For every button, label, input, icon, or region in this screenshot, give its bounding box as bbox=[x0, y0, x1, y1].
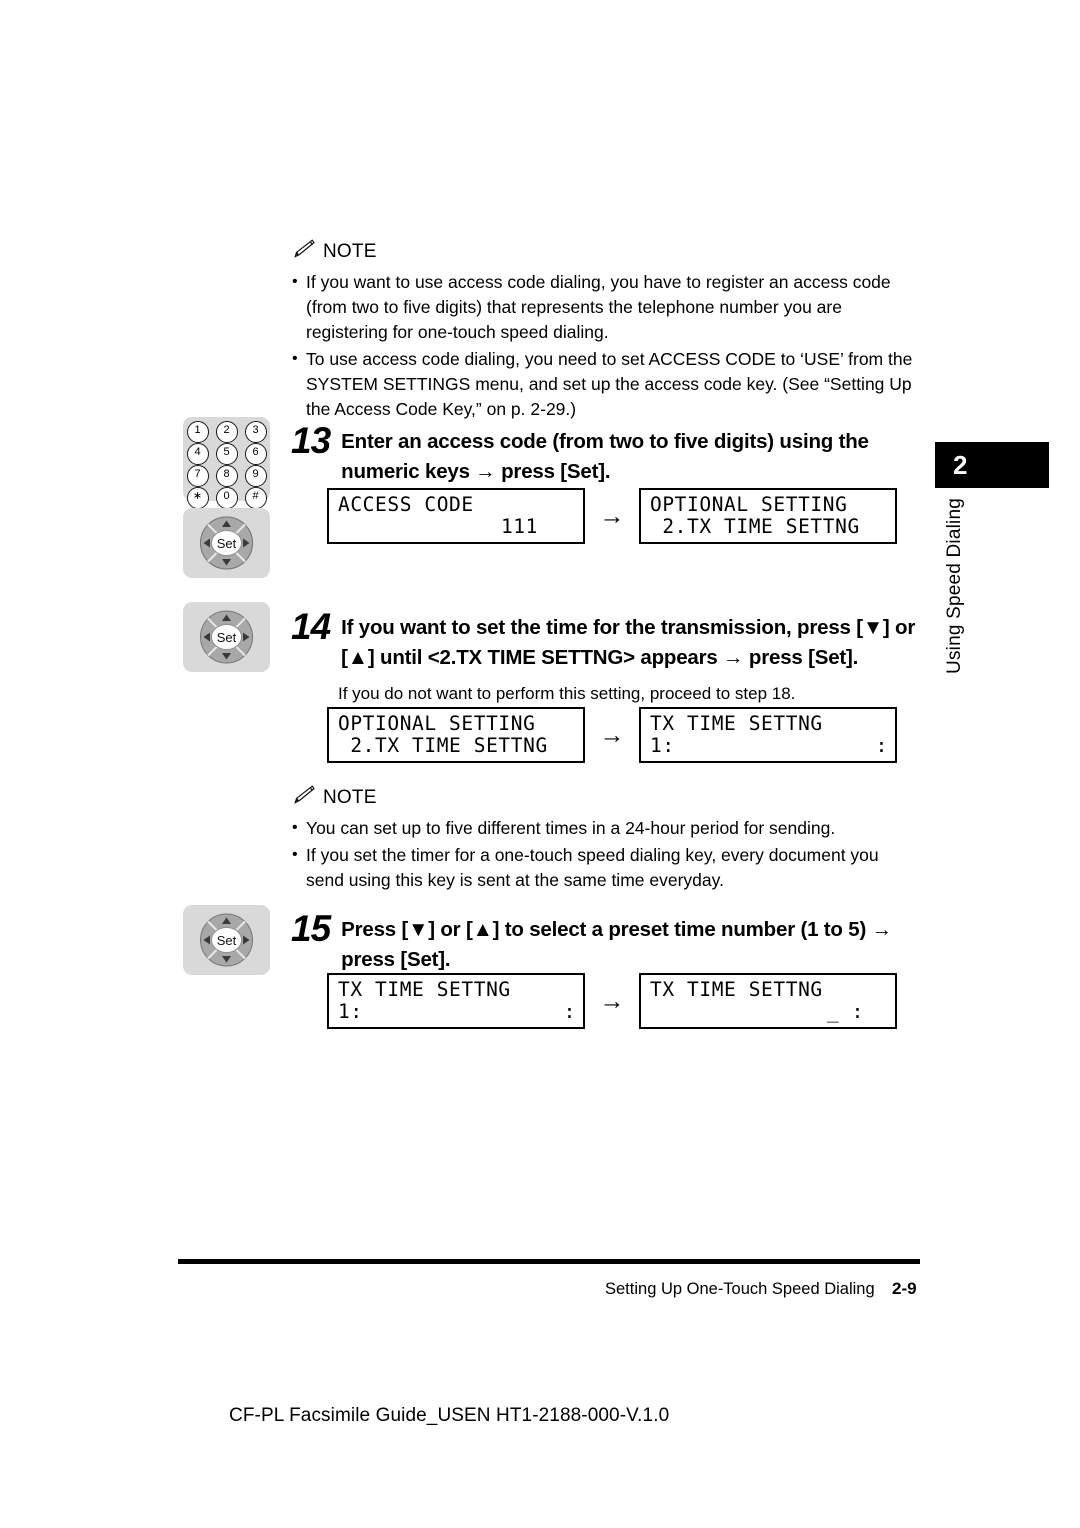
keypad-key: 4 bbox=[186, 443, 209, 465]
lcd-time-index: 1: bbox=[338, 1000, 363, 1023]
step-number: 14 bbox=[291, 606, 331, 647]
keypad-key: ∗ bbox=[186, 487, 209, 509]
note-header: NOTE bbox=[292, 238, 916, 265]
chapter-label: Using Speed Dialing bbox=[944, 498, 965, 674]
numeric-keypad-icon: 1 2 3 4 5 6 7 8 9 ∗ 0 # bbox=[183, 417, 270, 509]
step-15: 15 Press [▼] or [▲] to select a preset t… bbox=[291, 908, 941, 975]
lcd-line-1: TX TIME SETTNG bbox=[650, 978, 823, 1001]
keypad-key: 8 bbox=[215, 465, 238, 487]
set-navigation-icon: Set bbox=[183, 508, 270, 578]
keypad-key: 5 bbox=[215, 443, 238, 465]
set-dial-graphic: Set bbox=[200, 913, 253, 967]
note-header: NOTE bbox=[292, 784, 916, 811]
lcd-display: TX TIME SETTNG 1: : bbox=[327, 973, 585, 1029]
note-block-1: NOTE If you want to use access code dial… bbox=[292, 238, 916, 424]
footer-rule bbox=[178, 1259, 920, 1264]
keypad-key: 3 bbox=[244, 421, 267, 443]
note-block-2: NOTE You can set up to five different ti… bbox=[292, 784, 916, 895]
note-list-item: To use access code dialing, you need to … bbox=[292, 346, 916, 422]
keypad-key: 9 bbox=[244, 465, 267, 487]
note-title: NOTE bbox=[323, 786, 377, 808]
keypad-key: 1 bbox=[186, 421, 209, 443]
lcd-line-2: _ : bbox=[826, 1000, 864, 1023]
note-list-item: You can set up to five different times i… bbox=[292, 815, 916, 841]
keypad-key: 7 bbox=[186, 465, 209, 487]
step-number: 15 bbox=[291, 908, 331, 949]
note-title: NOTE bbox=[323, 240, 377, 262]
footer-section-title: Setting Up One-Touch Speed Dialing bbox=[605, 1280, 875, 1298]
svg-text:Set: Set bbox=[217, 630, 237, 645]
set-dial-graphic: Set bbox=[200, 610, 253, 664]
flow-arrow-icon: → bbox=[599, 986, 625, 1015]
lcd-line-1: OPTIONAL SETTING bbox=[338, 712, 536, 735]
set-navigation-icon: Set bbox=[183, 905, 270, 975]
note-item-list: If you want to use access code dialing, … bbox=[292, 269, 916, 422]
step-number: 13 bbox=[291, 420, 331, 461]
lcd-line-2: 2.TX TIME SETTNG bbox=[338, 734, 548, 757]
flow-arrow-icon: → bbox=[599, 720, 625, 749]
chapter-tab: 2 bbox=[935, 442, 1049, 488]
step-heading: 15 Press [▼] or [▲] to select a preset t… bbox=[291, 908, 941, 975]
lcd-line-2: 111 bbox=[500, 515, 538, 538]
step-13: 13 Enter an access code (from two to fiv… bbox=[291, 420, 941, 487]
step-13-display-row: ACCESS CODE 111 → OPTIONAL SETTING 2.TX … bbox=[327, 488, 897, 544]
keypad-key: 2 bbox=[215, 421, 238, 443]
lcd-line-1: TX TIME SETTNG bbox=[650, 712, 823, 735]
step-instruction: If you want to set the time for the tran… bbox=[341, 616, 916, 669]
step-14: 14 If you want to set the time for the t… bbox=[291, 606, 941, 706]
step-15-display-row: TX TIME SETTNG 1: : → TX TIME SETTNG _ : bbox=[327, 973, 897, 1029]
step-instruction: Press [▼] or [▲] to select a preset time… bbox=[341, 918, 892, 971]
lcd-display: ACCESS CODE 111 bbox=[327, 488, 585, 544]
keypad-key: # bbox=[244, 487, 267, 509]
document-caption: CF-PL Facsimile Guide_USEN HT1-2188-000-… bbox=[229, 1405, 670, 1426]
svg-text:Set: Set bbox=[217, 536, 237, 551]
pencil-icon bbox=[292, 238, 316, 265]
lcd-line-2: 1: : bbox=[650, 735, 888, 757]
lcd-line-1: ACCESS CODE bbox=[338, 493, 474, 516]
set-navigation-icon: Set bbox=[183, 602, 270, 672]
lcd-line-2: 2.TX TIME SETTNG bbox=[650, 515, 860, 538]
lcd-time-index: 1: bbox=[650, 734, 675, 757]
keypad-key: 0 bbox=[215, 487, 238, 509]
note-item-list: You can set up to five different times i… bbox=[292, 815, 916, 893]
keypad-grid: 1 2 3 4 5 6 7 8 9 ∗ 0 # bbox=[183, 417, 270, 509]
lcd-display: TX TIME SETTNG _ : bbox=[639, 973, 897, 1029]
lcd-line-2: 1: : bbox=[338, 1001, 576, 1023]
step-heading: 14 If you want to set the time for the t… bbox=[291, 606, 941, 673]
document-page: NOTE If you want to use access code dial… bbox=[0, 0, 1080, 1528]
lcd-time-separator: : bbox=[875, 734, 888, 757]
step-heading: 13 Enter an access code (from two to fiv… bbox=[291, 420, 941, 487]
step-subtext: If you do not want to perform this setti… bbox=[338, 684, 796, 703]
note-list-item: If you want to use access code dialing, … bbox=[292, 269, 916, 345]
lcd-line-1: TX TIME SETTNG bbox=[338, 978, 511, 1001]
keypad-key: 6 bbox=[244, 443, 267, 465]
set-dial-graphic: Set bbox=[200, 516, 253, 570]
flow-arrow-icon: → bbox=[599, 501, 625, 530]
pencil-icon bbox=[292, 784, 316, 811]
lcd-line-1: OPTIONAL SETTING bbox=[650, 493, 848, 516]
svg-text:Set: Set bbox=[217, 933, 237, 948]
step-14-display-row: OPTIONAL SETTING 2.TX TIME SETTNG → TX T… bbox=[327, 707, 897, 763]
lcd-display: OPTIONAL SETTING 2.TX TIME SETTNG bbox=[639, 488, 897, 544]
lcd-display: OPTIONAL SETTING 2.TX TIME SETTNG bbox=[327, 707, 585, 763]
chapter-number: 2 bbox=[953, 449, 968, 480]
step-instruction: Enter an access code (from two to five d… bbox=[341, 430, 869, 483]
footer-page-number: 2-9 bbox=[892, 1279, 917, 1298]
lcd-time-separator: : bbox=[563, 1000, 576, 1023]
note-list-item: If you set the timer for a one-touch spe… bbox=[292, 842, 916, 893]
lcd-display: TX TIME SETTNG 1: : bbox=[639, 707, 897, 763]
